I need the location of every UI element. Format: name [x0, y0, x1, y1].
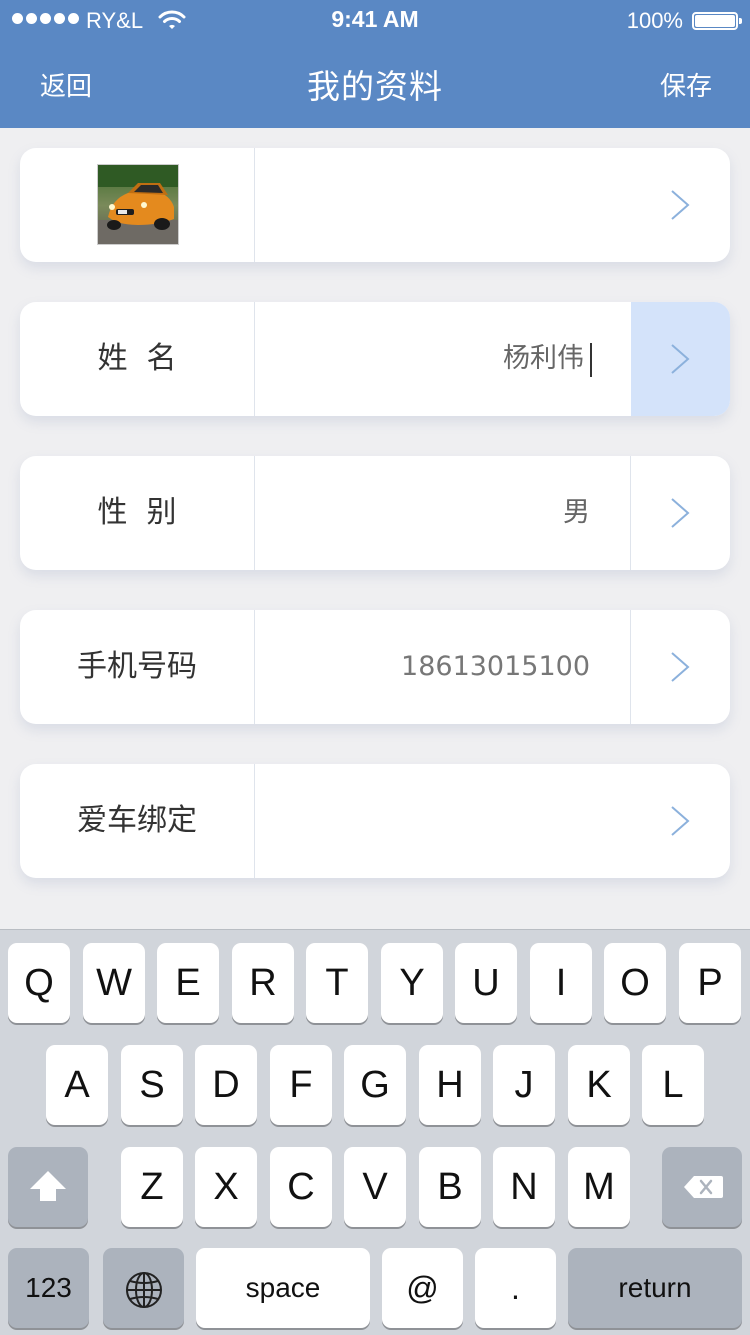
globe-icon [125, 1271, 162, 1308]
key-k[interactable]: K [568, 1045, 630, 1125]
save-button[interactable]: 保存 [660, 66, 712, 103]
backspace-icon [684, 1176, 723, 1198]
car-binding-row[interactable]: 爱车绑定 [20, 764, 730, 878]
car-photo-icon [98, 165, 178, 244]
header: RY&L 9:41 AM 100% 返回 我的资料 保存 [0, 0, 750, 128]
shift-arrow-icon [30, 1171, 66, 1201]
name-label: 姓 名 [97, 341, 177, 376]
key-j[interactable]: J [493, 1045, 555, 1125]
key-r[interactable]: R [232, 943, 294, 1023]
key-c[interactable]: C [270, 1147, 332, 1227]
divider [630, 456, 631, 570]
key-a[interactable]: A [46, 1045, 108, 1125]
at-key[interactable]: @ [382, 1248, 463, 1328]
shift-key[interactable] [8, 1147, 88, 1227]
avatar-row[interactable] [20, 148, 730, 262]
key-b[interactable]: B [419, 1147, 481, 1227]
phone-label: 手机号码 [77, 649, 197, 684]
chevron-right-icon [671, 498, 690, 528]
key-t[interactable]: T [306, 943, 368, 1023]
divider [254, 148, 255, 262]
chevron-right-icon [671, 652, 690, 682]
keyboard: Q W E R T Y U I O P A S D F G H J K L Z … [0, 929, 750, 1335]
chevron-right-icon [671, 806, 690, 836]
divider [254, 610, 255, 724]
key-n[interactable]: N [493, 1147, 555, 1227]
chevron-right-icon [671, 344, 690, 374]
car-binding-label: 爱车绑定 [77, 803, 197, 838]
key-f[interactable]: F [270, 1045, 332, 1125]
text-cursor [590, 342, 592, 377]
key-g[interactable]: G [344, 1045, 406, 1125]
key-e[interactable]: E [157, 943, 219, 1023]
key-m[interactable]: M [568, 1147, 630, 1227]
divider [254, 764, 255, 878]
numbers-key[interactable]: 123 [8, 1248, 89, 1328]
phone-row[interactable]: 手机号码 18613015100 [20, 610, 730, 724]
key-z[interactable]: Z [121, 1147, 183, 1227]
name-value: 杨利伟 [503, 343, 584, 374]
key-s[interactable]: S [121, 1045, 183, 1125]
status-bar: RY&L 9:41 AM 100% [0, 0, 750, 40]
key-x[interactable]: X [195, 1147, 257, 1227]
name-field[interactable]: 杨利伟 [503, 302, 592, 416]
phone-value[interactable]: 18613015100 [401, 610, 590, 724]
key-l[interactable]: L [642, 1045, 704, 1125]
delete-key[interactable] [662, 1147, 742, 1227]
key-d[interactable]: D [195, 1045, 257, 1125]
divider [254, 456, 255, 570]
key-u[interactable]: U [455, 943, 517, 1023]
divider [630, 610, 631, 724]
key-q[interactable]: Q [8, 943, 70, 1023]
key-o[interactable]: O [604, 943, 666, 1023]
avatar[interactable] [97, 164, 179, 245]
space-key[interactable]: space [196, 1248, 370, 1328]
gender-value[interactable]: 男 [563, 456, 590, 570]
battery-percent: 100% [626, 8, 683, 33]
key-v[interactable]: V [344, 1147, 406, 1227]
dot-key[interactable]: . [475, 1248, 556, 1328]
globe-key[interactable] [103, 1248, 184, 1328]
battery-icon [692, 12, 742, 30]
key-p[interactable]: P [679, 943, 741, 1023]
gender-label: 性 别 [97, 495, 177, 530]
key-w[interactable]: W [83, 943, 145, 1023]
divider [254, 302, 255, 416]
gender-row[interactable]: 性 别 男 [20, 456, 730, 570]
key-h[interactable]: H [419, 1045, 481, 1125]
key-i[interactable]: I [530, 943, 592, 1023]
page-title: 我的资料 [307, 67, 443, 106]
name-row[interactable]: 姓 名 杨利伟 [20, 302, 730, 416]
chevron-right-icon [671, 190, 690, 220]
return-key[interactable]: return [568, 1248, 742, 1328]
key-y[interactable]: Y [381, 943, 443, 1023]
